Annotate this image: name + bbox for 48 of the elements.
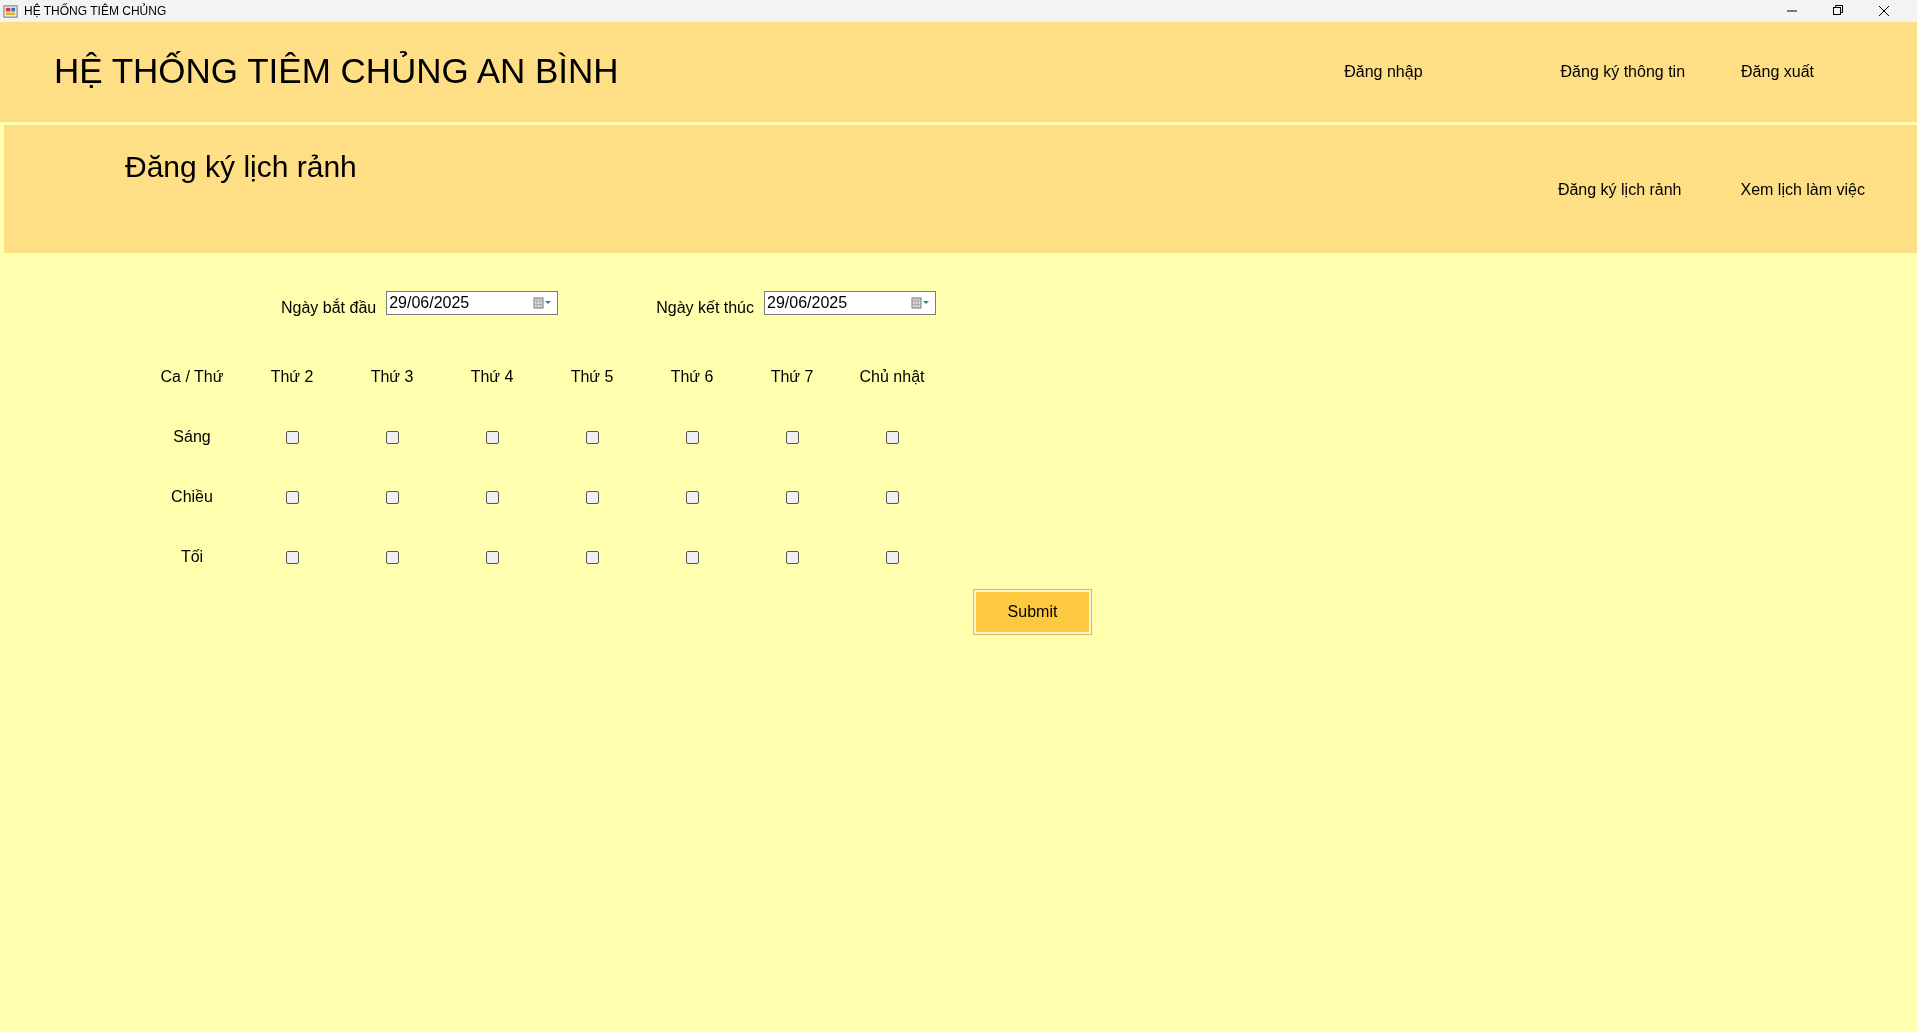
day-header: Thứ 2: [270, 368, 314, 386]
app-title: HỆ THỐNG TIÊM CHỦNG AN BÌNH: [54, 51, 619, 91]
nav-link[interactable]: Đăng ký lịch rảnh: [1557, 181, 1682, 199]
checkbox[interactable]: [285, 490, 299, 504]
day-header: Thứ 7: [770, 368, 814, 386]
page-title: Đăng ký lịch rảnh: [125, 150, 357, 184]
checkbox[interactable]: [285, 430, 299, 444]
day-header: Thứ 3: [370, 368, 414, 386]
checkbox[interactable]: [485, 430, 499, 444]
app-icon: [3, 3, 18, 19]
day-header: Thứ 5: [570, 368, 614, 386]
checkbox[interactable]: [685, 490, 699, 504]
checkbox[interactable]: [785, 550, 799, 564]
checkbox[interactable]: [785, 490, 799, 504]
date-picker[interactable]: 29/06/2025: [764, 291, 936, 315]
checkbox[interactable]: [585, 490, 599, 504]
checkbox[interactable]: [385, 490, 399, 504]
checkbox[interactable]: [585, 550, 599, 564]
date-label: Ngày kết thúc: [656, 299, 754, 318]
window-title: HỆ THỐNG TIÊM CHỦNG: [24, 4, 167, 18]
date-picker[interactable]: 29/06/2025: [386, 291, 559, 315]
checkbox[interactable]: [485, 490, 499, 504]
checkbox[interactable]: [885, 490, 899, 504]
checkbox[interactable]: [285, 550, 299, 564]
calendar-dropdown-icon: [533, 297, 554, 309]
checkbox[interactable]: [385, 430, 399, 444]
checkbox[interactable]: [685, 430, 699, 444]
nav-link[interactable]: Đăng ký thông tin: [1560, 63, 1686, 81]
checkbox[interactable]: [485, 550, 499, 564]
day-header: Thứ 6: [670, 368, 714, 386]
checkbox[interactable]: [685, 550, 699, 564]
nav-link[interactable]: Đăng xuất: [1741, 63, 1814, 81]
day-header: Chủ nhật: [859, 368, 925, 386]
date-label: Ngày bắt đầu: [281, 299, 377, 318]
checkbox[interactable]: [585, 430, 599, 444]
shift-label: Sáng: [173, 428, 211, 446]
checkbox[interactable]: [885, 550, 899, 564]
nav-link[interactable]: Xem lịch làm việc: [1740, 181, 1865, 199]
checkbox[interactable]: [885, 430, 899, 444]
checkbox[interactable]: [785, 430, 799, 444]
submit-button[interactable]: Submit: [973, 589, 1092, 635]
checkbox[interactable]: [385, 550, 399, 564]
shift-label: Chiều: [171, 488, 213, 506]
calendar-dropdown-icon: [911, 297, 931, 309]
nav-link[interactable]: Đăng nhập: [1344, 63, 1423, 81]
day-header: Thứ 4: [470, 368, 514, 386]
shift-label: Tối: [180, 548, 204, 566]
corner-header: Ca / Thứ: [160, 368, 224, 386]
